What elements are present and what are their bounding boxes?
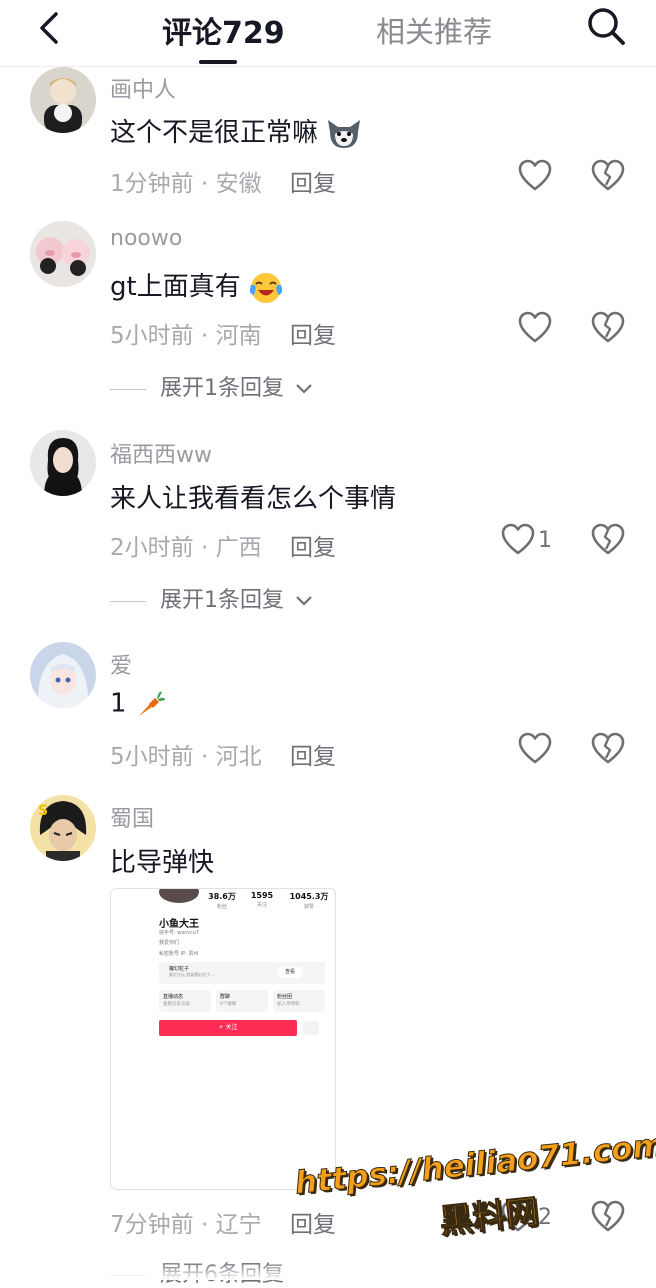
- heart-icon[interactable]: [517, 158, 553, 194]
- avatar[interactable]: [30, 221, 96, 287]
- embedded-avatar: [159, 889, 199, 903]
- comment-username[interactable]: 爱: [110, 648, 132, 680]
- chevron-down-icon: [296, 384, 312, 394]
- comment-text: 1: [110, 688, 167, 720]
- tab-comments[interactable]: 评论729: [162, 8, 285, 52]
- tab-related[interactable]: 相关推荐: [376, 9, 492, 51]
- active-tab-indicator: [199, 60, 237, 64]
- carrot-emoji-icon: [138, 691, 165, 716]
- avatar[interactable]: [30, 642, 96, 708]
- comment-username[interactable]: noowo: [110, 226, 182, 251]
- search-icon[interactable]: [584, 4, 628, 48]
- embedded-stat-following: 1595 关注: [250, 891, 274, 908]
- broken-heart-icon[interactable]: [590, 731, 626, 767]
- embedded-game-card: 魔幻粒子 最近在玩 超级魔幻粒子... 查看: [159, 962, 325, 984]
- reply-button[interactable]: 回复: [290, 164, 336, 198]
- avatar[interactable]: [30, 67, 96, 133]
- broken-heart-icon[interactable]: [590, 522, 626, 558]
- husky-emoji-icon: [328, 119, 361, 148]
- laughing-crying-emoji-icon: [249, 272, 283, 303]
- comment-text-content: 这个不是很正常嘛: [110, 118, 319, 148]
- embedded-profile-name: 小鱼大王: [159, 919, 199, 930]
- bottom-fade: [0, 1262, 656, 1280]
- top-bar: 评论729 相关推荐: [0, 0, 656, 67]
- comment-time-location: 5小时前 · 河南: [110, 323, 262, 349]
- embedded-box-groups: 群聊 6个群聊: [216, 990, 268, 1012]
- comment-time-location: 2小时前 · 广西: [110, 535, 262, 561]
- reply-button[interactable]: 回复: [290, 528, 336, 562]
- broken-heart-icon[interactable]: [590, 158, 626, 194]
- comment-text: gt上面真有: [110, 266, 283, 305]
- embedded-box-live: 直播动态 查看历史记录: [159, 990, 211, 1012]
- comment-time-location: 7分钟前 · 辽宁: [110, 1212, 262, 1238]
- chevron-down-icon: [296, 596, 312, 606]
- expand-replies-button[interactable]: 展开1条回复: [110, 370, 313, 402]
- embedded-id-line: 快手号: wxcvcu7: [159, 930, 200, 936]
- embedded-box-fanclub: 粉丝团 加入享特权: [273, 990, 325, 1012]
- heart-icon[interactable]: [517, 310, 553, 346]
- avatar[interactable]: S: [30, 795, 96, 861]
- heart-icon[interactable]: [500, 522, 536, 558]
- embedded-info-line: 私密账号 IP: 贵州: [159, 951, 199, 957]
- comment-text: 来人让我看看怎么个事情: [110, 484, 397, 514]
- comment-time-location: 1分钟前 · 安徽: [110, 171, 262, 197]
- reply-button[interactable]: 回复: [290, 316, 336, 350]
- broken-heart-icon[interactable]: [590, 310, 626, 346]
- comment-text: 比导弹快: [110, 848, 215, 878]
- avatar[interactable]: [30, 430, 96, 496]
- heart-icon[interactable]: [517, 731, 553, 767]
- embedded-bio: 我爱你们: [159, 940, 180, 946]
- comment-username[interactable]: 画中人: [110, 72, 176, 104]
- reply-button[interactable]: 回复: [290, 737, 336, 771]
- comment-username[interactable]: 福西西ww: [110, 437, 212, 469]
- like-count: 1: [538, 528, 552, 553]
- embedded-share-icon: [303, 1021, 319, 1035]
- back-arrow-icon[interactable]: [30, 8, 70, 48]
- expand-replies-label: 展开1条回复: [160, 376, 284, 401]
- comment-username[interactable]: 蜀国: [110, 801, 154, 833]
- expand-replies-label: 展开1条回复: [160, 588, 284, 613]
- comment-time-location: 5小时前 · 河北: [110, 744, 262, 770]
- embedded-stat-likes: 1045.3万 获赞: [289, 892, 329, 910]
- comment-text-content: gt上面真有: [110, 272, 241, 302]
- watermark: https://heiliao71.com 黑料网: [290, 1100, 656, 1245]
- svg-text:S: S: [38, 803, 48, 819]
- comment-text: 这个不是很正常嘛: [110, 112, 362, 150]
- divider-line: [110, 388, 146, 390]
- comment-text-content: 1: [110, 688, 127, 719]
- expand-replies-button[interactable]: 展开1条回复: [110, 582, 313, 614]
- divider-line: [110, 600, 146, 602]
- embedded-follow-button: + 关注: [159, 1020, 297, 1036]
- embedded-stat-followers: 38.6万 粉丝: [208, 892, 236, 910]
